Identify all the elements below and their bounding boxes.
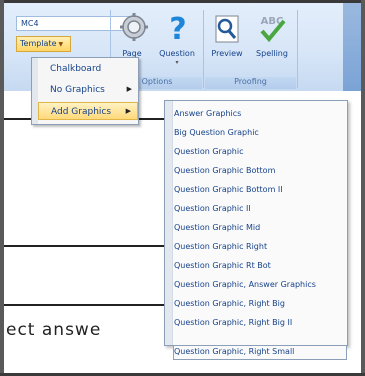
submenu-item[interactable]: Question Graphic (174, 147, 243, 156)
group-separator (203, 10, 204, 88)
question-mark-icon: ? (169, 13, 186, 43)
menu-item-label: No Graphics (50, 85, 105, 95)
submenu-item[interactable]: Question Graphic, Right Big (174, 299, 285, 308)
divider-line (4, 304, 172, 306)
submenu-item[interactable]: Question Graphic, Answer Graphics (174, 280, 316, 289)
menu-item-chalkboard[interactable]: Chalkboard (38, 60, 138, 78)
preview-button[interactable]: Preview (205, 13, 249, 73)
submenu-item[interactable]: Question Graphic Mid (174, 223, 260, 232)
menu-item-add-graphics[interactable]: Add Graphics ▶ (38, 102, 138, 120)
spelling-button[interactable]: ABC Spelling (249, 13, 295, 73)
spelling-button-label: Spelling (256, 49, 288, 58)
dropdown-arrow-icon: ▼ (58, 41, 64, 48)
submenu-item[interactable]: Question Graphic, Right Small (173, 346, 347, 360)
group-separator (297, 10, 298, 88)
add-graphics-submenu: Answer Graphics Big Question Graphic Que… (164, 100, 348, 346)
document-answer-text[interactable]: ect answe (6, 320, 101, 340)
submenu-arrow-icon: ▶ (126, 85, 132, 93)
submenu-item[interactable]: Question Graphic Bottom II (174, 185, 283, 194)
preview-button-label: Preview (211, 49, 243, 58)
submenu-item[interactable]: Big Question Graphic (174, 128, 259, 137)
submenu-arrow-icon: ▶ (125, 107, 131, 115)
spell-check-icon: ABC (260, 16, 286, 43)
window-frame-left (0, 0, 4, 376)
submenu-item[interactable]: Question Graphic Rt Bot (174, 261, 271, 270)
menu-item-no-graphics[interactable]: No Graphics ▶ (38, 81, 138, 99)
question-button[interactable]: ? Question ▾ (154, 13, 200, 73)
question-dropdown-arrow-icon: ▾ (175, 59, 179, 66)
submenu-item[interactable]: Question Graphic II (174, 204, 251, 213)
menu-item-label: Chalkboard (50, 64, 102, 74)
submenu-item[interactable]: Question Graphic, Right Big II (174, 318, 292, 327)
gear-icon (120, 13, 148, 41)
menu-gutter (165, 101, 173, 345)
window-frame-right (361, 0, 365, 376)
divider-line (4, 245, 172, 247)
template-dropdown-button[interactable]: Template ▼ (16, 36, 71, 52)
submenu-item[interactable]: Question Graphic Bottom (174, 166, 275, 175)
combo-value: MC4 (21, 19, 39, 28)
proofing-group-label: Proofing (205, 77, 296, 89)
magnifier-icon (215, 15, 239, 43)
question-button-label: Question (159, 49, 195, 58)
svg-text:?: ? (169, 13, 186, 43)
template-button-label: Template (20, 39, 57, 48)
ribbon-edge (343, 3, 361, 91)
submenu-item[interactable]: Answer Graphics (174, 109, 241, 118)
menu-item-label: Add Graphics (51, 107, 112, 117)
submenu-item[interactable]: Question Graphic Right (174, 242, 267, 251)
template-menu: Chalkboard No Graphics ▶ Add Graphics ▶ (31, 57, 139, 125)
